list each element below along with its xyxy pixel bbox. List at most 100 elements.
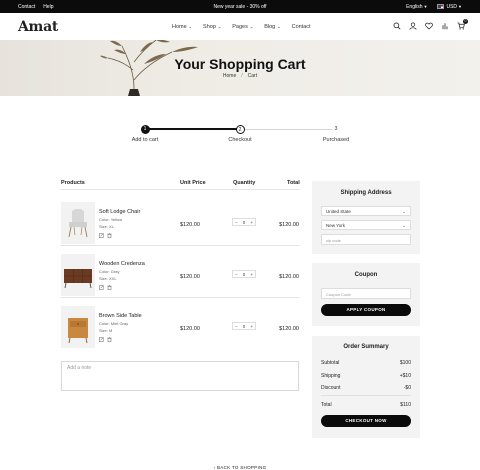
breadcrumb-current: Cart	[247, 73, 258, 79]
checkout-steps: 1 2 3 Add to cart Checkout Purchased	[0, 120, 480, 150]
back-to-shopping-label: BACK TO SHOPPING	[216, 465, 267, 470]
column-header-quantity: Quantity	[233, 180, 256, 186]
order-note-textarea[interactable]: Add a note	[61, 361, 299, 391]
edit-icon[interactable]	[99, 285, 104, 290]
decrease-button[interactable]: −	[235, 272, 238, 277]
breadcrumb: Home / Cart	[0, 73, 480, 79]
product-color: Color: Gray	[99, 269, 120, 274]
quantity-value[interactable]: 0	[243, 272, 246, 277]
total-label: Total	[321, 402, 332, 408]
discount-row: Discount -$0	[321, 385, 411, 391]
language-label: English	[406, 4, 423, 10]
us-flag-icon	[437, 4, 445, 9]
coupon-code-input[interactable]: Coupon Code	[321, 288, 411, 299]
top-selectors: English▼ USD▼	[406, 4, 462, 10]
header-icons: 0	[393, 19, 468, 30]
logo[interactable]: Amat	[18, 19, 58, 35]
trash-icon[interactable]	[107, 285, 112, 290]
product-name[interactable]: Brown Side Table	[99, 313, 142, 319]
breadcrumb-home[interactable]: Home	[223, 73, 236, 79]
increase-button[interactable]: +	[250, 324, 253, 329]
subtotal-value: $100	[399, 360, 411, 366]
shipping-row: Shipping +$10	[321, 373, 411, 379]
table-header-divider	[61, 189, 299, 190]
quantity-value[interactable]: 0	[243, 324, 246, 329]
product-actions	[99, 285, 112, 290]
step-1-label: Add to cart	[131, 137, 159, 143]
product-actions	[99, 337, 112, 342]
product-size: Size: XL	[99, 224, 114, 229]
product-actions	[99, 233, 112, 238]
apply-coupon-button[interactable]: APPLY COUPON	[321, 304, 411, 316]
subtotal-row: Subtotal $100	[321, 360, 411, 366]
shipping-address-panel: Shipping Address United State ⌄ New York…	[312, 181, 420, 254]
state-select[interactable]: New York ⌄	[321, 220, 411, 230]
page-title: Your Shopping Cart	[174, 56, 306, 72]
cart-row: Wooden Credenza Color: Gray Size: XXL $1…	[61, 246, 299, 298]
edit-icon[interactable]	[99, 337, 104, 342]
increase-button[interactable]: +	[250, 220, 253, 225]
zip-code-input[interactable]: zip code	[321, 234, 411, 245]
step-2-label: Checkout	[228, 137, 252, 143]
search-icon[interactable]	[393, 22, 401, 30]
quantity-stepper: − 0 +	[232, 322, 256, 330]
decrease-button[interactable]: −	[235, 220, 238, 225]
shipping-address-title: Shipping Address	[340, 190, 392, 196]
step-1-indicator: 1	[140, 124, 150, 134]
column-header-unit-price: Unit Price	[180, 180, 206, 186]
product-name[interactable]: Wooden Credenza	[99, 261, 145, 267]
breadcrumb-separator: /	[241, 73, 243, 79]
cart-icon[interactable]: 0	[457, 19, 468, 30]
edit-icon[interactable]	[99, 233, 104, 238]
nav-home[interactable]: Home	[172, 24, 192, 30]
nav-contact[interactable]: Contact	[292, 24, 311, 30]
back-to-shopping-link[interactable]: ‹ BACK TO SHOPPING	[0, 465, 480, 470]
main-header: Amat Home Shop Pages Blog Contact 0	[0, 13, 480, 40]
column-header-products: Products	[61, 180, 85, 186]
country-select[interactable]: United State ⌄	[321, 206, 411, 216]
increase-button[interactable]: +	[250, 272, 253, 277]
product-image-credenza[interactable]	[61, 254, 95, 296]
cart-row: Brown Side Table Color: Mint Gray Size: …	[61, 298, 299, 350]
nav-blog[interactable]: Blog	[264, 24, 280, 30]
chevron-down-icon: ⌄	[402, 208, 406, 214]
quantity-value[interactable]: 0	[243, 220, 246, 225]
decrease-button[interactable]: −	[235, 324, 238, 329]
chevron-down-icon: ▼	[423, 4, 428, 9]
unit-price: $120.00	[180, 326, 200, 332]
product-color: Color: Yellow	[99, 217, 123, 222]
unit-price: $120.00	[180, 274, 200, 280]
main-nav: Home Shop Pages Blog Contact	[172, 24, 311, 30]
quantity-stepper: − 0 +	[232, 218, 256, 226]
compare-icon[interactable]	[441, 22, 449, 30]
product-size: Size: M	[99, 328, 113, 333]
shipping-value: +$10	[399, 373, 411, 379]
nav-pages[interactable]: Pages	[232, 24, 253, 30]
subtotal-label: Subtotal	[321, 360, 340, 366]
progress-line-complete	[145, 128, 240, 130]
chevron-down-icon: ▼	[458, 4, 462, 9]
cart-count-badge: 0	[463, 19, 468, 24]
checkout-now-button[interactable]: CHECKOUT NOW	[321, 415, 411, 427]
nav-shop[interactable]: Shop	[203, 24, 221, 30]
language-select[interactable]: English▼	[406, 4, 427, 10]
step-2-indicator: 2	[235, 124, 245, 134]
trash-icon[interactable]	[107, 233, 112, 238]
total-value: $110	[400, 402, 411, 408]
line-total: $120.00	[279, 274, 299, 280]
user-icon[interactable]	[409, 22, 417, 30]
chevron-left-icon: ‹	[213, 465, 216, 470]
product-image-chair[interactable]	[61, 202, 95, 244]
quantity-stepper: − 0 +	[232, 270, 256, 278]
column-header-total: Total	[287, 180, 300, 186]
product-name[interactable]: Soft Lodge Chair	[99, 209, 140, 215]
step-3-indicator: 3	[331, 124, 341, 134]
unit-price: $120.00	[180, 222, 200, 228]
cart-row: Soft Lodge Chair Color: Yellow Size: XL …	[61, 194, 299, 246]
product-size: Size: XXL	[99, 276, 117, 281]
order-summary-title: Order Summary	[343, 344, 389, 350]
currency-select[interactable]: USD▼	[437, 4, 462, 10]
product-image-side-table[interactable]	[61, 306, 95, 348]
heart-icon[interactable]	[425, 22, 433, 30]
trash-icon[interactable]	[107, 337, 112, 342]
